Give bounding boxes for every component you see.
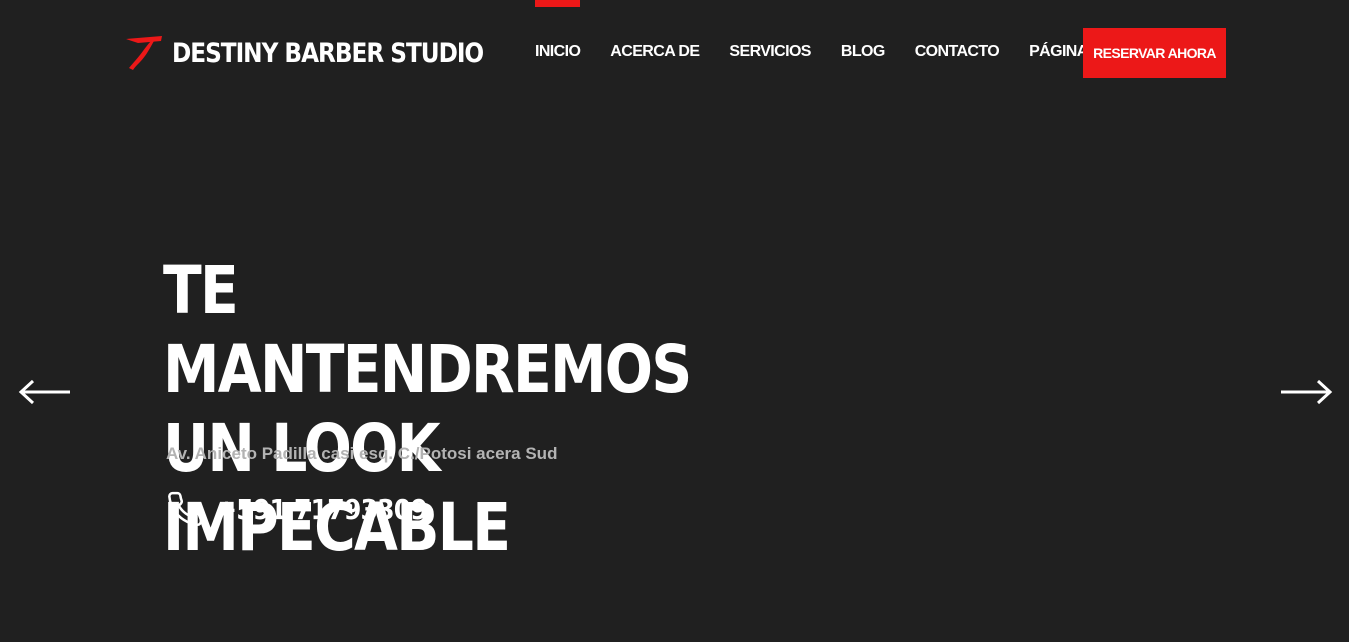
phone-contact[interactable]: +591 71793309: [166, 490, 451, 528]
phone-icon: [168, 491, 203, 526]
brand-name: DESTINY BARBER STUDIO: [172, 37, 484, 69]
nav-item-acerca-de[interactable]: ACERCA DE: [610, 41, 700, 63]
main-nav: INICIO ACERCA DE SERVICIOS BLOG CONTACTO…: [535, 0, 1098, 63]
razor-logo-icon: [126, 36, 162, 70]
reservar-ahora-button[interactable]: RESERVAR AHORA: [1083, 28, 1226, 78]
address-text: Av. Aniceto Padilla casi esq. C./Potosi …: [166, 444, 558, 463]
page: DESTINY BARBER STUDIO INICIO ACERCA DE S…: [0, 0, 1349, 642]
nav-item-inicio[interactable]: INICIO: [535, 0, 581, 63]
brand-logo-link[interactable]: DESTINY BARBER STUDIO: [124, 34, 534, 72]
nav-item-blog[interactable]: BLOG: [841, 41, 885, 63]
nav-item-servicios[interactable]: SERVICIOS: [729, 41, 811, 63]
arrow-left-icon: [18, 379, 70, 405]
nav-item-contacto[interactable]: CONTACTO: [915, 41, 1000, 63]
phone-number[interactable]: +591 71793309: [216, 493, 428, 526]
slider-next-button[interactable]: [1279, 378, 1333, 406]
slider-prev-button[interactable]: [18, 378, 72, 406]
arrow-right-icon: [1281, 379, 1333, 405]
